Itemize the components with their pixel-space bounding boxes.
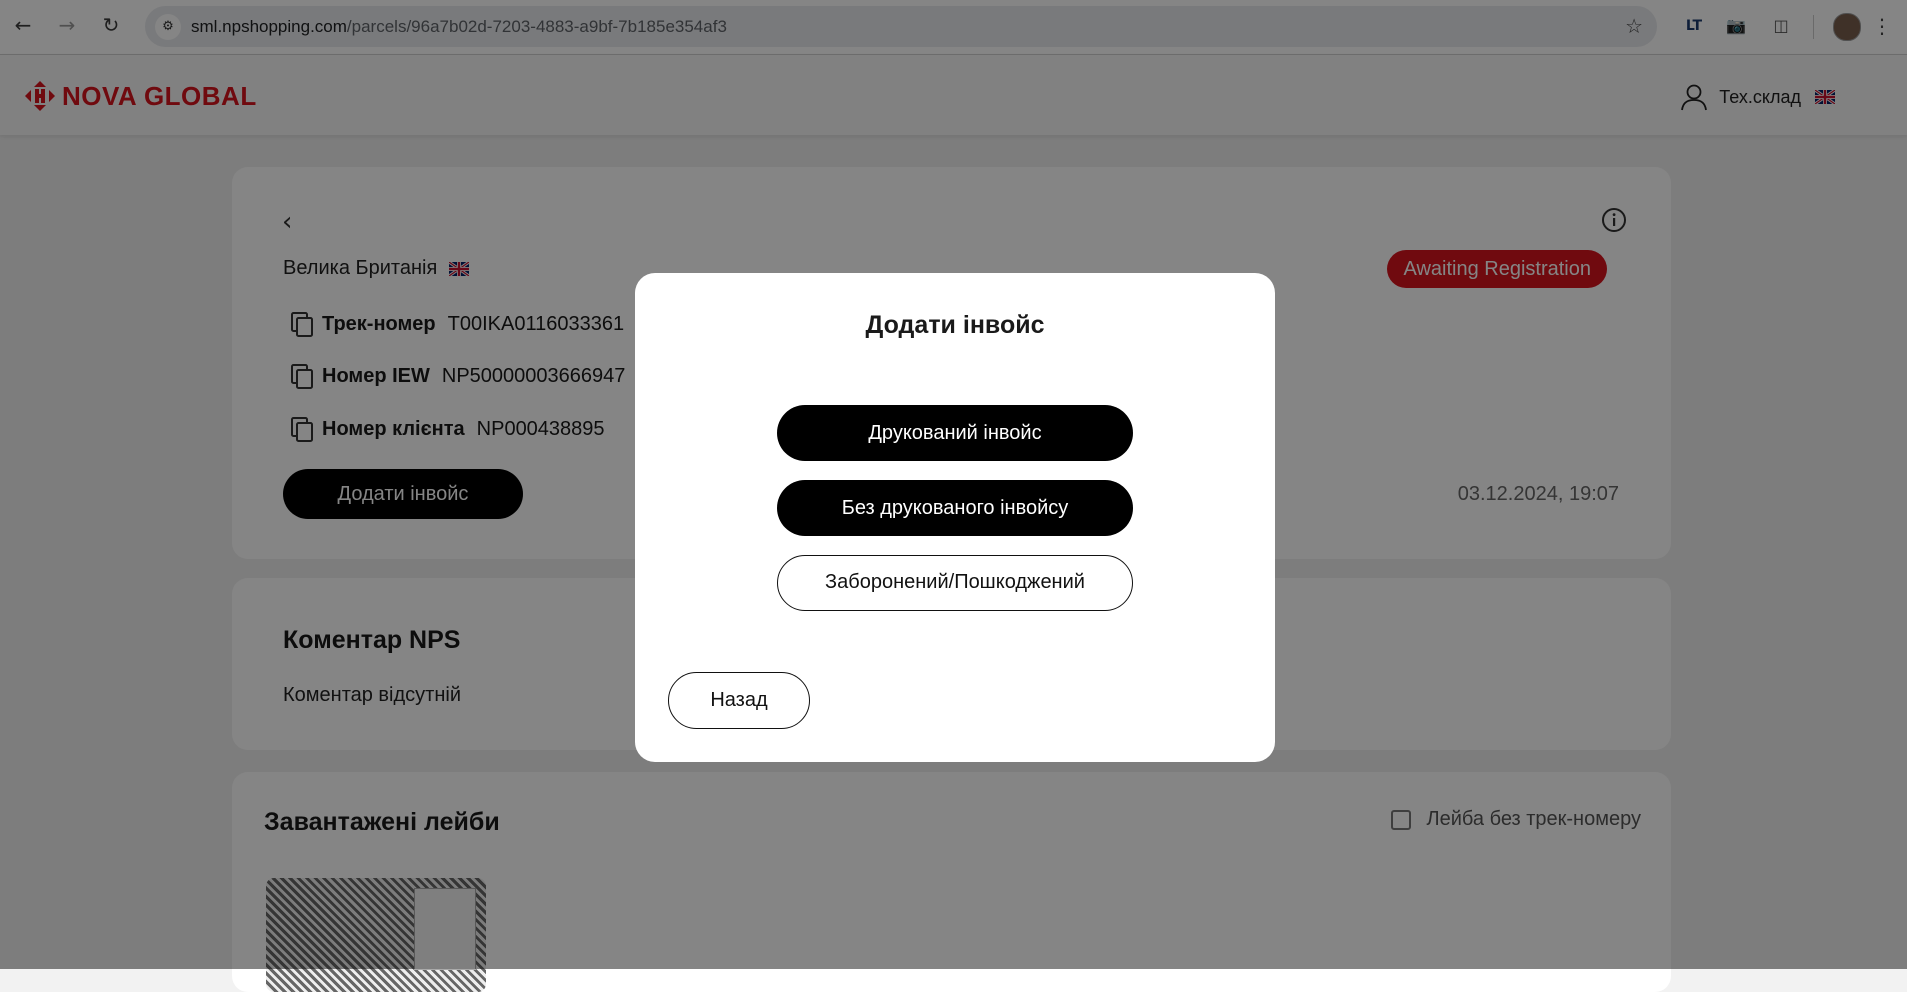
add-invoice-modal: Додати інвойс Друкований інвойс Без друк…: [635, 273, 1275, 762]
no-printed-invoice-button[interactable]: Без друкованого інвойсу: [777, 480, 1133, 536]
forbidden-damaged-button[interactable]: Заборонений/Пошкоджений: [777, 555, 1133, 611]
back-button[interactable]: Назад: [668, 672, 810, 729]
modal-title: Додати інвойс: [865, 311, 1045, 339]
printed-invoice-button[interactable]: Друкований інвойс: [777, 405, 1133, 461]
